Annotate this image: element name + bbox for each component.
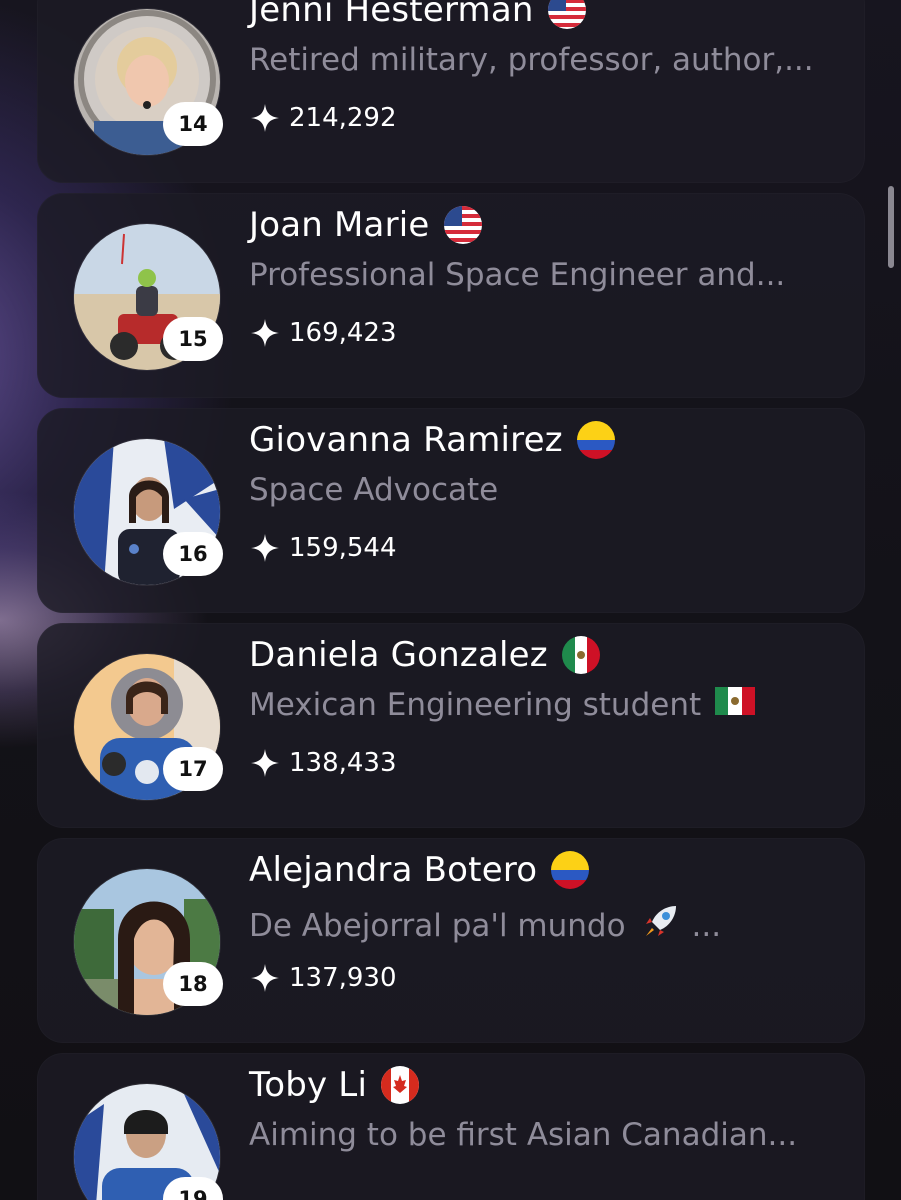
sparkle-icon	[251, 534, 279, 562]
score-value: 137,930	[289, 963, 397, 993]
rank-badge: 14	[163, 102, 223, 146]
rank-badge: 19	[163, 1177, 223, 1200]
leaderboard-card[interactable]: 14 Jenni Hesterman Retired military, pro…	[37, 0, 865, 183]
user-name[interactable]: Joan Marie	[249, 205, 430, 245]
avatar-container[interactable]: 17	[73, 653, 223, 801]
user-name[interactable]: Giovanna Ramirez	[249, 420, 563, 460]
user-name[interactable]: Toby Li	[249, 1065, 367, 1105]
score-row: 169,423	[249, 315, 397, 351]
leaderboard-card[interactable]: 18 Alejandra Botero De Abejorral pa'l mu…	[37, 838, 865, 1043]
avatar-container[interactable]: 16	[73, 438, 223, 586]
leaderboard-card[interactable]: 17 Daniela Gonzalez Mexican Engineering …	[37, 623, 865, 828]
flag-colombia-icon	[576, 421, 615, 459]
user-bio: Retired military, professor, author,...	[249, 42, 849, 78]
rank-badge: 17	[163, 747, 223, 791]
avatar-container[interactable]: 15	[73, 223, 223, 371]
name-row: Toby Li	[249, 1063, 420, 1107]
flag-usa-icon	[443, 206, 482, 244]
name-row: Jenni Hesterman	[249, 0, 586, 32]
bio-text: Space Advocate	[249, 472, 499, 508]
name-row: Alejandra Botero	[249, 848, 590, 892]
flag-canada-icon	[381, 1066, 420, 1104]
user-name[interactable]: Jenni Hesterman	[249, 0, 534, 30]
leaderboard-screen: 14 Jenni Hesterman Retired military, pro…	[0, 0, 901, 1200]
user-bio: De Abejorral pa'l mundo ...	[249, 902, 849, 950]
sparkle-icon	[251, 964, 279, 992]
rocket-icon	[640, 902, 680, 950]
flag-mexico-icon	[715, 687, 756, 723]
user-bio: Space Advocate	[249, 472, 849, 508]
user-bio: Professional Space Engineer and...	[249, 257, 849, 293]
flag-usa-icon	[547, 0, 586, 29]
bio-ellipsis: ...	[691, 908, 722, 944]
rank-badge: 16	[163, 532, 223, 576]
name-row: Daniela Gonzalez	[249, 633, 600, 677]
score-row: 214,292	[249, 100, 397, 136]
rank-badge: 15	[163, 317, 223, 361]
avatar-container[interactable]: 14	[73, 8, 223, 156]
leaderboard-card[interactable]: 15 Joan Marie Professional Space Enginee…	[37, 193, 865, 398]
user-name[interactable]: Daniela Gonzalez	[249, 635, 548, 675]
avatar-container[interactable]: 18	[73, 868, 223, 1016]
score-value: 138,433	[289, 748, 397, 778]
bio-text: Aiming to be first Asian Canadian...	[249, 1117, 798, 1153]
sparkle-icon	[251, 749, 279, 777]
score-value: 169,423	[289, 318, 397, 348]
leaderboard-card[interactable]: 16 Giovanna Ramirez Space Advocate 159,5…	[37, 408, 865, 613]
leaderboard-card[interactable]: 19 Toby Li Aiming to be first Asian Cana…	[37, 1053, 865, 1200]
sparkle-icon	[251, 104, 279, 132]
user-bio: Mexican Engineering student	[249, 687, 849, 723]
sparkle-icon	[251, 319, 279, 347]
score-row: 138,433	[249, 745, 397, 781]
flag-colombia-icon	[551, 851, 590, 889]
score-row: 159,544	[249, 530, 397, 566]
flag-mexico-icon	[561, 636, 600, 674]
avatar-container[interactable]: 19	[73, 1083, 223, 1200]
bio-text: Professional Space Engineer and...	[249, 257, 786, 293]
bio-text: Mexican Engineering student	[249, 687, 702, 723]
name-row: Giovanna Ramirez	[249, 418, 615, 462]
score-value: 159,544	[289, 533, 397, 563]
bio-text: Retired military, professor, author,...	[249, 42, 814, 78]
user-bio: Aiming to be first Asian Canadian...	[249, 1117, 849, 1153]
name-row: Joan Marie	[249, 203, 482, 247]
bio-text: De Abejorral pa'l mundo	[249, 908, 626, 944]
user-name[interactable]: Alejandra Botero	[249, 850, 537, 890]
score-value: 214,292	[289, 103, 397, 133]
scrollbar-thumb[interactable]	[888, 186, 894, 268]
score-row: 137,930	[249, 960, 397, 996]
rank-badge: 18	[163, 962, 223, 1006]
